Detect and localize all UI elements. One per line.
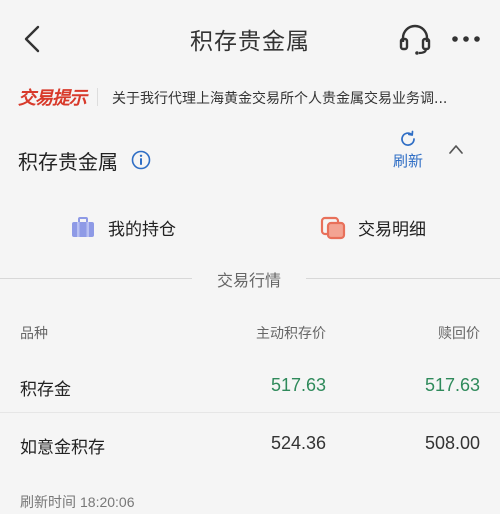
briefcase-icon <box>72 216 94 237</box>
refresh-icon <box>401 130 415 146</box>
notice-text-link[interactable]: 关于我行代理上海黄金交易所个人贵金属交易业务调... <box>112 88 484 108</box>
table-row[interactable]: 如意金积存 524.36 508.00 <box>0 412 500 469</box>
trade-details-label: 交易明细 <box>358 220 426 240</box>
table-header: 品种 主动积存价 赎回价 <box>0 305 500 355</box>
refresh-time: 刷新时间 18:20:06 <box>20 492 135 512</box>
column-header-redeem-price: 赎回价 <box>438 326 480 342</box>
buy-price: 517.63 <box>270 375 326 395</box>
section-title: 积存贵金属 <box>18 150 118 174</box>
more-dots-icon[interactable] <box>450 27 482 51</box>
table-row[interactable]: 积存金 517.63 517.63 <box>0 355 500 412</box>
trade-notice-bar: 交易提示 关于我行代理上海黄金交易所个人贵金属交易业务调... <box>0 80 500 114</box>
my-holdings-entry[interactable]: 我的持仓 <box>70 205 176 250</box>
product-name: 积存金 <box>20 380 71 400</box>
headset-icon[interactable] <box>398 22 432 56</box>
my-holdings-label: 我的持仓 <box>108 220 176 240</box>
top-nav-bar: 积存贵金属 <box>0 0 500 80</box>
redeem-price: 517.63 <box>424 375 480 395</box>
quick-entries: 我的持仓 交易明细 <box>0 205 500 255</box>
documents-icon <box>320 216 346 239</box>
divider-line <box>0 278 192 279</box>
column-header-buy-price: 主动积存价 <box>256 326 326 342</box>
refresh-label: 刷新 <box>392 152 423 170</box>
info-icon[interactable] <box>131 150 151 170</box>
divider-line <box>306 278 500 279</box>
market-section-label: 交易行情 <box>216 271 281 290</box>
buy-price: 524.36 <box>270 433 326 453</box>
chevron-up-icon[interactable] <box>447 142 465 156</box>
notice-divider <box>97 88 98 106</box>
refresh-button[interactable]: 刷新 <box>384 130 432 170</box>
product-name: 如意金积存 <box>20 438 105 458</box>
section-header: 积存贵金属 刷新 <box>0 128 500 188</box>
redeem-price: 508.00 <box>424 433 480 453</box>
refresh-time-label: 刷新时间 <box>20 495 76 511</box>
price-table: 品种 主动积存价 赎回价 积存金 517.63 517.63 如意金积存 524… <box>0 305 500 469</box>
notice-logo: 交易提示 <box>18 88 87 109</box>
column-header-product: 品种 <box>20 326 48 342</box>
market-divider: 交易行情 <box>0 264 500 292</box>
trade-details-entry[interactable]: 交易明细 <box>320 205 426 250</box>
refresh-time-value: 18:20:06 <box>80 494 135 510</box>
